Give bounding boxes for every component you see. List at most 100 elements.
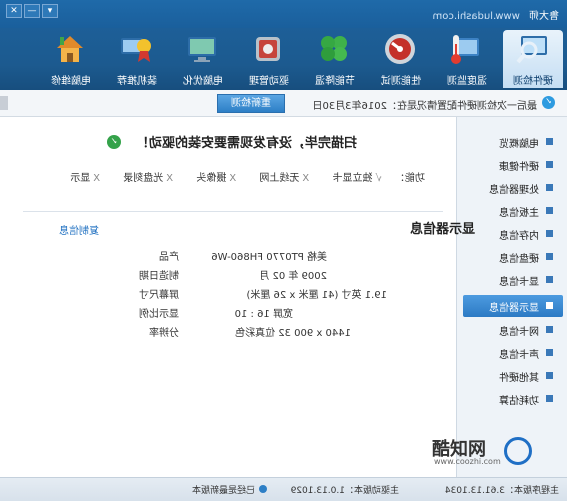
award-computer-icon — [121, 38, 151, 62]
tab-label: 节能降温 — [315, 76, 355, 87]
sidebar-item-other[interactable]: 其他硬件 — [463, 365, 563, 387]
sidebar-item-network[interactable]: 网卡信息 — [463, 319, 563, 341]
tab-temperature[interactable]: 温度监测 — [437, 30, 497, 88]
sidebar-item-label: 网卡信息 — [499, 327, 539, 338]
menu-dropdown-icon[interactable]: ▾ — [42, 4, 58, 18]
sidebar-item-label: 显示器信息 — [489, 303, 539, 314]
panel-toggle[interactable] — [0, 96, 8, 110]
sidebar-item-power[interactable]: 功耗估算 — [463, 388, 563, 410]
window-controls: ▾ — ✕ — [6, 4, 58, 18]
bullet-icon — [546, 302, 553, 309]
info-key: 分辨率 — [149, 328, 179, 339]
last-scan-status: 最后一次检测硬件配置情况是在：2016年3月30日 — [312, 101, 537, 112]
brand: 鲁大师 www.ludashi.com — [433, 7, 559, 22]
info-row: 产品 美格 PT0770 FH860-W6 — [47, 248, 447, 266]
sidebar: 电脑概览 硬件健康 处理器信息 主板信息 内存信息 硬盘信息 显卡信息 显示器信… — [456, 117, 567, 477]
logo-ring-icon — [504, 437, 532, 465]
main-toolbar: 硬件检测 温度监测 性能测试 节能降温 驱动管理 电脑优化 装机推荐 电脑维修 — [0, 28, 567, 90]
monitor-optimize-icon — [188, 37, 216, 62]
sidebar-item-label: 主板信息 — [499, 208, 539, 219]
sidebar-item-label: 功耗估算 — [499, 396, 539, 407]
tab-build-recommend[interactable]: 装机推荐 — [107, 30, 167, 88]
function-item: √独立显卡 — [332, 173, 382, 184]
info-value: 2009 年 02 月 — [259, 271, 327, 282]
tab-label: 电脑维修 — [51, 76, 91, 87]
tab-performance[interactable]: 性能测试 — [371, 30, 431, 88]
sidebar-item-sound[interactable]: 声卡信息 — [463, 342, 563, 364]
bullet-icon — [546, 372, 553, 379]
sidebar-item-label: 处理器信息 — [489, 185, 539, 196]
tab-label: 电脑优化 — [183, 76, 223, 87]
function-item: X摄像头 — [196, 173, 237, 184]
info-key: 产品 — [159, 252, 179, 263]
section-divider — [23, 211, 443, 212]
function-item: X无线上网 — [259, 173, 310, 184]
ludashi-window: 鲁大师 www.ludashi.com ▾ — ✕ 硬件检测 温度监测 性能测试… — [0, 0, 567, 501]
sidebar-item-gpu[interactable]: 显卡信息 — [463, 269, 563, 291]
sidebar-item-label: 其他硬件 — [499, 373, 539, 384]
tab-optimize[interactable]: 电脑优化 — [173, 30, 233, 88]
sidebar-item-label: 显卡信息 — [499, 277, 539, 288]
info-value: 1440 x 900 32 位真彩色 — [235, 328, 351, 339]
tab-label: 硬件检测 — [513, 76, 553, 87]
tab-label: 性能测试 — [381, 76, 421, 87]
info-bar: ✓ 最后一次检测硬件配置情况是在：2016年3月30日 重新检测 — [0, 90, 567, 117]
tab-energy-saving[interactable]: 节能降温 — [305, 30, 365, 88]
info-key: 制造日期 — [139, 271, 179, 282]
sidebar-item-disk[interactable]: 硬盘信息 — [463, 246, 563, 268]
copy-info-link[interactable]: 复制信息 — [59, 222, 99, 237]
bullet-icon — [546, 349, 553, 356]
sidebar-item-label: 内存信息 — [499, 231, 539, 242]
sidebar-item-memory[interactable]: 内存信息 — [463, 223, 563, 245]
info-row: 制造日期 2009 年 02 月 — [47, 267, 447, 285]
close-icon[interactable]: ✕ — [6, 4, 22, 18]
tab-label: 装机推荐 — [117, 76, 157, 87]
info-value: 宽屏 16 : 10 — [234, 309, 293, 320]
sidebar-item-cpu[interactable]: 处理器信息 — [463, 177, 563, 199]
bullet-icon — [546, 326, 553, 333]
main-version: 主程序版本：3.61.13.1034 — [444, 486, 559, 496]
info-check-icon: ✓ — [542, 96, 555, 109]
latest-version-text: 已经是最新版本 — [191, 486, 255, 496]
minimize-icon[interactable]: — — [24, 4, 40, 18]
thermometer-icon — [451, 35, 479, 64]
app-url: www.ludashi.com — [432, 11, 520, 22]
bullet-icon — [546, 207, 553, 214]
driver-version: 主驱动版本：1.0.13.1029 — [290, 486, 399, 496]
sidebar-item-label: 声卡信息 — [499, 350, 539, 361]
tab-label: 温度监测 — [447, 76, 487, 87]
monitor-section-title: 显示器信息 — [409, 222, 475, 237]
tab-hardware-scan[interactable]: 硬件检测 — [503, 30, 563, 88]
sidebar-item-monitor[interactable]: 显示器信息 — [463, 295, 563, 317]
function-list: 功能： √独立显卡 X无线上网 X摄像头 X光盘刻录 X显示 — [50, 169, 425, 184]
bullet-icon — [546, 253, 553, 260]
rescan-button[interactable]: 重新检测 — [217, 94, 285, 113]
scan-result-title: 扫描完毕，没有发现需要安装的驱动！ — [135, 136, 357, 151]
status-dot-icon — [259, 485, 267, 493]
watermark-logo: 酷知网 www.coozhi.com — [432, 435, 542, 469]
sidebar-item-label: 电脑概览 — [499, 139, 539, 150]
function-label: 功能： — [395, 173, 425, 184]
clover-icon — [321, 36, 347, 61]
info-row: 分辨率 1440 x 900 32 位真彩色 — [47, 324, 447, 342]
app-name: 鲁大师 — [529, 11, 559, 22]
speedometer-icon — [385, 34, 415, 64]
tab-driver-manage[interactable]: 驱动管理 — [239, 30, 299, 88]
sidebar-item-overview[interactable]: 电脑概览 — [463, 131, 563, 153]
hardware-scan-icon — [516, 36, 547, 64]
sidebar-item-label: 硬件健康 — [499, 162, 539, 173]
sidebar-item-motherboard[interactable]: 主板信息 — [463, 200, 563, 222]
sidebar-item-label: 硬盘信息 — [499, 254, 539, 265]
watermark-url: www.coozhi.com — [434, 457, 501, 466]
bullet-icon — [546, 184, 553, 191]
tab-repair[interactable]: 电脑维修 — [41, 30, 101, 88]
title-bar: 鲁大师 www.ludashi.com ▾ — ✕ — [0, 0, 567, 28]
sidebar-item-health[interactable]: 硬件健康 — [463, 154, 563, 176]
drive-tools-icon — [256, 37, 280, 61]
tab-label: 驱动管理 — [249, 76, 289, 87]
info-key: 屏幕尺寸 — [139, 290, 179, 301]
info-value: 19.1 英寸 (41 厘米 x 26 厘米) — [246, 290, 387, 301]
bullet-icon — [546, 161, 553, 168]
function-item: X显示 — [70, 173, 101, 184]
info-row: 显示比例 宽屏 16 : 10 — [47, 305, 447, 323]
